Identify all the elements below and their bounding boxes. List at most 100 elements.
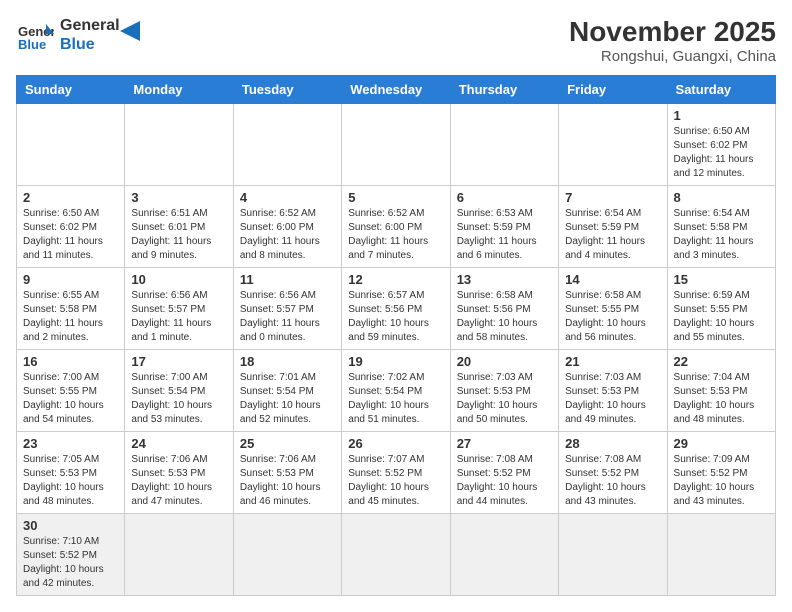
calendar-cell: 13 Sunrise: 6:58 AM Sunset: 5:56 PM Dayli… [450,268,558,350]
day-number: 4 [240,190,335,205]
calendar-cell: 20Sunrise: 7:03 AM Sunset: 5:53 PM Dayli… [450,350,558,432]
day-number: 23 [23,436,118,451]
calendar-week-row: 23 Sunrise: 7:05 AM Sunset: 5:53 PM Dayli… [17,432,776,514]
day-number: 2 [23,190,118,205]
weekday-header-friday: Friday [559,76,667,104]
logo-icon: General Blue [16,16,54,54]
day-info: Sunrise: 6:55 AM Sunset: 5:58 PM Dayligh… [23,289,118,345]
calendar-cell [559,514,667,596]
day-number: 10 [131,272,226,287]
logo: General Blue General Blue [16,16,140,54]
calendar-cell: 16Sunrise: 7:00 AM Sunset: 5:55 PM Dayli… [17,350,125,432]
calendar-cell: 26Sunrise: 7:07 AM Sunset: 5:52 PM Dayli… [342,432,450,514]
calendar-cell: 15 Sunrise: 6:59 AM Sunset: 5:55 PM Dayli… [667,268,775,350]
calendar-cell [233,104,341,186]
day-number: 7 [565,190,660,205]
day-number: 14 [565,272,660,287]
calendar-cell: 28 Sunrise: 7:08 AM Sunset: 5:52 PM Dayli… [559,432,667,514]
calendar-cell [450,514,558,596]
day-info: Sunrise: 7:04 AM Sunset: 5:53 PM Dayligh… [674,371,769,427]
day-number: 12 [348,272,443,287]
day-number: 21 [565,354,660,369]
weekday-header-wednesday: Wednesday [342,76,450,104]
calendar-cell [125,514,233,596]
calendar-week-row: 16Sunrise: 7:00 AM Sunset: 5:55 PM Dayli… [17,350,776,432]
calendar-cell: 14 Sunrise: 6:58 AM Sunset: 5:55 PM Dayli… [559,268,667,350]
day-info: Sunrise: 6:51 AM Sunset: 6:01 PM Dayligh… [131,207,226,263]
day-info: Sunrise: 6:57 AM Sunset: 5:56 PM Dayligh… [348,289,443,345]
calendar-week-row: 1Sunrise: 6:50 AM Sunset: 6:02 PM Daylig… [17,104,776,186]
calendar-cell [233,514,341,596]
logo-blue-text: Blue [60,35,120,54]
day-number: 16 [23,354,118,369]
calendar-cell: 8 Sunrise: 6:54 AM Sunset: 5:58 PM Daylig… [667,186,775,268]
day-number: 30 [23,518,118,533]
day-info: Sunrise: 6:56 AM Sunset: 5:57 PM Dayligh… [240,289,335,345]
day-number: 3 [131,190,226,205]
calendar-week-row: 2 Sunrise: 6:50 AM Sunset: 6:02 PM Daylig… [17,186,776,268]
day-number: 1 [674,108,769,123]
day-number: 15 [674,272,769,287]
day-number: 29 [674,436,769,451]
calendar-cell: 19 Sunrise: 7:02 AM Sunset: 5:54 PM Dayli… [342,350,450,432]
weekday-header-row: SundayMondayTuesdayWednesdayThursdayFrid… [17,76,776,104]
calendar-cell: 9Sunrise: 6:55 AM Sunset: 5:58 PM Daylig… [17,268,125,350]
day-number: 25 [240,436,335,451]
day-number: 28 [565,436,660,451]
day-number: 11 [240,272,335,287]
day-number: 20 [457,354,552,369]
day-number: 18 [240,354,335,369]
calendar-cell: 4 Sunrise: 6:52 AM Sunset: 6:00 PM Daylig… [233,186,341,268]
calendar-cell: 27 Sunrise: 7:08 AM Sunset: 5:52 PM Dayli… [450,432,558,514]
day-info: Sunrise: 7:02 AM Sunset: 5:54 PM Dayligh… [348,371,443,427]
day-info: Sunrise: 7:03 AM Sunset: 5:53 PM Dayligh… [565,371,660,427]
day-info: Sunrise: 6:59 AM Sunset: 5:55 PM Dayligh… [674,289,769,345]
day-info: Sunrise: 6:56 AM Sunset: 5:57 PM Dayligh… [131,289,226,345]
day-info: Sunrise: 6:58 AM Sunset: 5:55 PM Dayligh… [565,289,660,345]
weekday-header-sunday: Sunday [17,76,125,104]
day-number: 27 [457,436,552,451]
day-info: Sunrise: 7:08 AM Sunset: 5:52 PM Dayligh… [565,453,660,509]
calendar-cell [450,104,558,186]
calendar-cell [17,104,125,186]
day-info: Sunrise: 7:08 AM Sunset: 5:52 PM Dayligh… [457,453,552,509]
calendar-cell: 11 Sunrise: 6:56 AM Sunset: 5:57 PM Dayli… [233,268,341,350]
day-info: Sunrise: 6:50 AM Sunset: 6:02 PM Dayligh… [23,207,118,263]
calendar-cell: 22Sunrise: 7:04 AM Sunset: 5:53 PM Dayli… [667,350,775,432]
day-number: 8 [674,190,769,205]
calendar-week-row: 30Sunrise: 7:10 AM Sunset: 5:52 PM Dayli… [17,514,776,596]
day-number: 24 [131,436,226,451]
day-number: 13 [457,272,552,287]
calendar-week-row: 9Sunrise: 6:55 AM Sunset: 5:58 PM Daylig… [17,268,776,350]
calendar-table: SundayMondayTuesdayWednesdayThursdayFrid… [16,75,776,596]
day-number: 19 [348,354,443,369]
calendar-cell: 3 Sunrise: 6:51 AM Sunset: 6:01 PM Daylig… [125,186,233,268]
day-info: Sunrise: 6:52 AM Sunset: 6:00 PM Dayligh… [240,207,335,263]
calendar-cell [342,104,450,186]
day-info: Sunrise: 6:58 AM Sunset: 5:56 PM Dayligh… [457,289,552,345]
day-info: Sunrise: 6:54 AM Sunset: 5:59 PM Dayligh… [565,207,660,263]
day-info: Sunrise: 7:06 AM Sunset: 5:53 PM Dayligh… [240,453,335,509]
logo-general-text: General [60,16,120,35]
page-header: General Blue General Blue November 2025 … [16,16,776,65]
logo-triangle-icon [120,21,140,41]
calendar-cell: 2 Sunrise: 6:50 AM Sunset: 6:02 PM Daylig… [17,186,125,268]
calendar-cell: 10 Sunrise: 6:56 AM Sunset: 5:57 PM Dayli… [125,268,233,350]
calendar-cell: 23 Sunrise: 7:05 AM Sunset: 5:53 PM Dayli… [17,432,125,514]
calendar-cell: 30Sunrise: 7:10 AM Sunset: 5:52 PM Dayli… [17,514,125,596]
day-info: Sunrise: 7:05 AM Sunset: 5:53 PM Dayligh… [23,453,118,509]
calendar-cell [125,104,233,186]
day-number: 17 [131,354,226,369]
calendar-cell: 7 Sunrise: 6:54 AM Sunset: 5:59 PM Daylig… [559,186,667,268]
day-number: 6 [457,190,552,205]
calendar-cell: 24 Sunrise: 7:06 AM Sunset: 5:53 PM Dayli… [125,432,233,514]
day-info: Sunrise: 6:53 AM Sunset: 5:59 PM Dayligh… [457,207,552,263]
svg-text:Blue: Blue [18,37,46,52]
calendar-cell [559,104,667,186]
calendar-cell: 12 Sunrise: 6:57 AM Sunset: 5:56 PM Dayli… [342,268,450,350]
day-info: Sunrise: 7:07 AM Sunset: 5:52 PM Dayligh… [348,453,443,509]
day-info: Sunrise: 6:54 AM Sunset: 5:58 PM Dayligh… [674,207,769,263]
weekday-header-thursday: Thursday [450,76,558,104]
calendar-cell: 21 Sunrise: 7:03 AM Sunset: 5:53 PM Dayli… [559,350,667,432]
day-info: Sunrise: 7:06 AM Sunset: 5:53 PM Dayligh… [131,453,226,509]
